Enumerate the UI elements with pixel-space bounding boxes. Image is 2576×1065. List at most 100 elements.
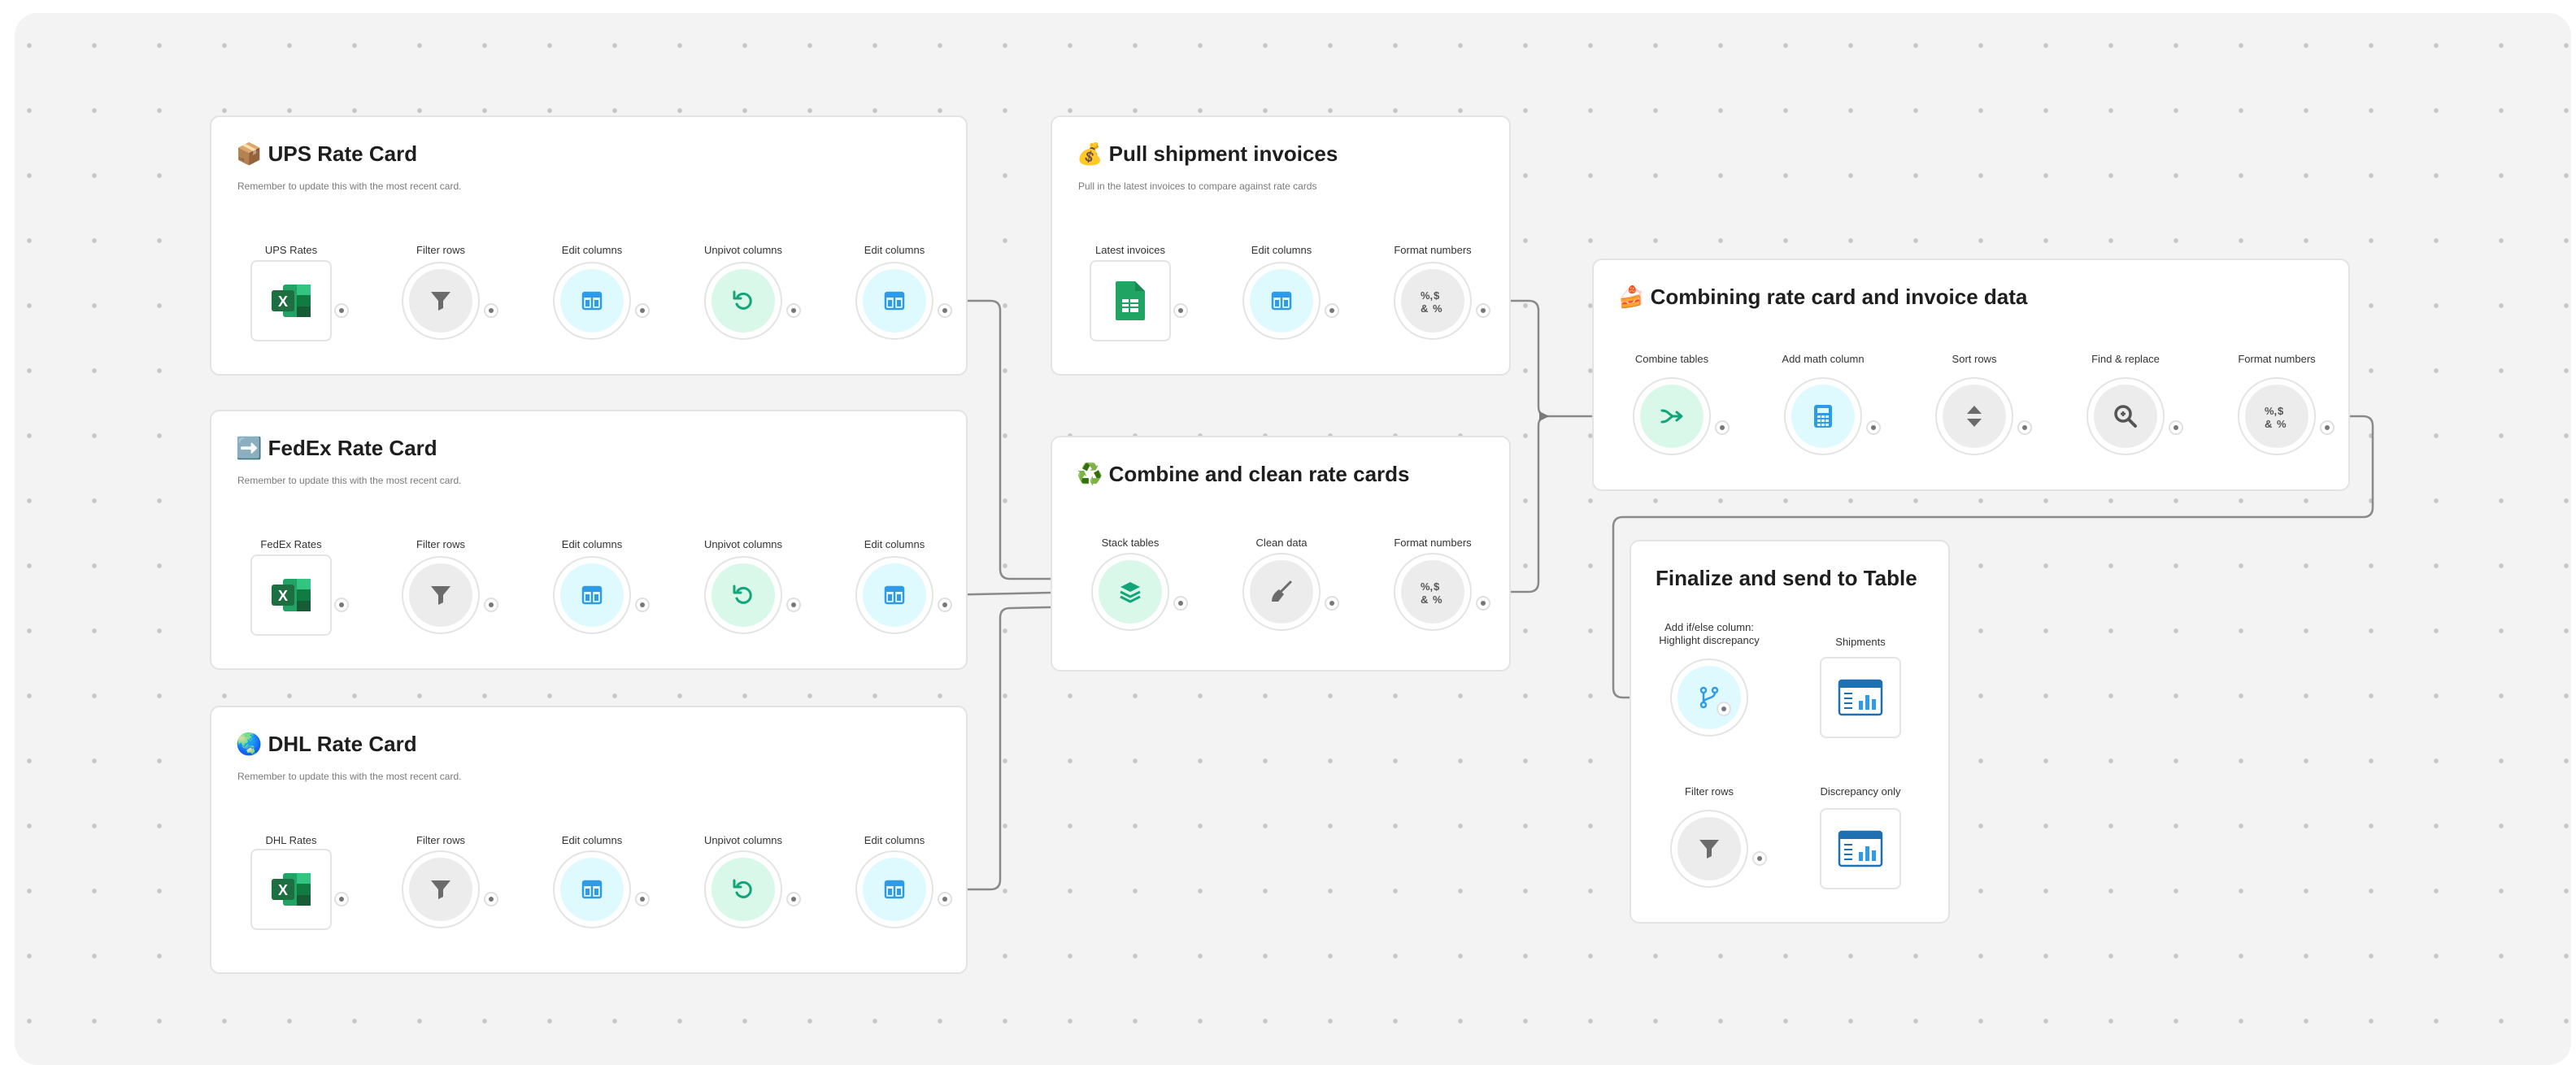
output-port[interactable] — [635, 303, 650, 318]
edit-columns-icon-button[interactable] — [855, 262, 933, 340]
finalize-node-shipments[interactable]: Shipments — [1787, 636, 1934, 742]
output-port[interactable] — [786, 598, 801, 612]
dhl-node-filter-rows[interactable]: Filter rows — [368, 834, 514, 934]
output-port[interactable] — [1173, 303, 1188, 318]
unpivot-icon-button[interactable] — [704, 262, 782, 340]
output-port[interactable] — [1325, 303, 1339, 318]
node-label: Find & replace — [2091, 353, 2160, 365]
output-port[interactable] — [1476, 303, 1490, 318]
output-port[interactable] — [484, 303, 498, 318]
card-title[interactable]: ♻️ Combine and clean rate cards — [1077, 462, 1410, 487]
finalize-node-discrepancy-only[interactable]: Discrepancy only — [1787, 785, 1934, 893]
invoices-node-edit-columns[interactable]: Edit columns — [1208, 244, 1355, 346]
dhl-node-unpivot-columns[interactable]: Unpivot columns — [670, 834, 816, 934]
output-port[interactable] — [938, 892, 952, 906]
edit-columns-icon-button[interactable] — [553, 262, 631, 340]
fedex-node-unpivot-columns[interactable]: Unpivot columns — [670, 538, 816, 640]
output-port[interactable] — [938, 598, 952, 612]
dhl-node-edit-columns[interactable]: Edit columns — [821, 834, 968, 934]
broom-icon-button[interactable] — [1242, 553, 1321, 631]
table-chart-icon-tile[interactable] — [1820, 657, 1901, 738]
combine_clean-node-clean-data[interactable]: Clean data — [1208, 537, 1355, 637]
filter-icon-button[interactable] — [402, 556, 480, 634]
node-label: Edit columns — [561, 538, 623, 550]
combining-node-find-replace[interactable]: Find & replace — [2052, 353, 2199, 461]
output-port[interactable] — [1866, 420, 1881, 435]
edit-columns-icon-button[interactable] — [553, 850, 631, 928]
output-port[interactable] — [1476, 596, 1490, 611]
edit-columns-icon — [580, 289, 604, 313]
finalize-node-add-if-else-column-highlight-discrepancy[interactable]: Add if/else column: Highlight discrepanc… — [1636, 621, 1782, 742]
edit-columns-icon-button[interactable] — [553, 556, 631, 634]
ups-node-filter-rows[interactable]: Filter rows — [368, 244, 514, 346]
combining-node-add-math-column[interactable]: Add math column — [1750, 353, 1896, 461]
find-replace-icon-button[interactable] — [2086, 377, 2165, 455]
output-port[interactable] — [635, 892, 650, 906]
format-numbers-icon-button[interactable]: %, $ &% — [1394, 262, 1472, 340]
excel-icon-tile[interactable]: X — [250, 260, 332, 341]
combine-tables-icon-button[interactable] — [1633, 377, 1711, 455]
output-port[interactable] — [334, 892, 349, 906]
output-port[interactable] — [786, 892, 801, 906]
output-port[interactable] — [635, 598, 650, 612]
output-port[interactable] — [1173, 596, 1188, 611]
output-port[interactable] — [334, 303, 349, 318]
card-title[interactable]: Finalize and send to Table — [1656, 566, 1917, 591]
combining-node-combine-tables[interactable]: Combine tables — [1599, 353, 1745, 461]
output-port[interactable] — [1717, 702, 1731, 716]
filter-icon-button[interactable] — [402, 850, 480, 928]
fedex-node-edit-columns[interactable]: Edit columns — [519, 538, 665, 640]
node-label: Discrepancy only — [1820, 785, 1901, 798]
output-port[interactable] — [484, 892, 498, 906]
calculator-icon-button[interactable] — [1784, 377, 1862, 455]
combining-node-format-numbers[interactable]: Format numbers%, $ &% — [2204, 353, 2350, 461]
ups-node-ups-rates[interactable]: UPS Rates X — [218, 244, 364, 346]
output-port[interactable] — [1325, 596, 1339, 611]
fedex-node-fedex-rates[interactable]: FedEx Rates X — [218, 538, 364, 640]
fedex-node-edit-columns[interactable]: Edit columns — [821, 538, 968, 640]
card-title[interactable]: 💰 Pull shipment invoices — [1077, 141, 1338, 167]
format-numbers-icon-button[interactable]: %, $ &% — [1394, 553, 1472, 631]
google-sheets-icon-tile[interactable] — [1090, 260, 1171, 341]
filter-icon-button[interactable] — [402, 262, 480, 340]
output-port[interactable] — [1752, 851, 1767, 866]
unpivot-icon-button[interactable] — [704, 850, 782, 928]
invoices-node-latest-invoices[interactable]: Latest invoices — [1057, 244, 1203, 346]
output-port[interactable] — [2017, 420, 2032, 435]
unpivot-icon-button[interactable] — [704, 556, 782, 634]
format-numbers-icon-button[interactable]: %, $ &% — [2238, 377, 2316, 455]
branch-icon-button[interactable] — [1670, 659, 1748, 737]
dhl-node-edit-columns[interactable]: Edit columns — [519, 834, 665, 934]
card-title[interactable]: 📦 UPS Rate Card — [236, 141, 417, 167]
stack-tables-icon-button[interactable] — [1091, 553, 1169, 631]
output-port[interactable] — [786, 303, 801, 318]
card-title[interactable]: 🍰 Combining rate card and invoice data — [1618, 285, 2027, 310]
card-title[interactable]: 🌏 DHL Rate Card — [236, 732, 417, 757]
output-port[interactable] — [2320, 420, 2334, 435]
card-title[interactable]: ➡️ FedEx Rate Card — [236, 436, 437, 461]
ups-node-unpivot-columns[interactable]: Unpivot columns — [670, 244, 816, 346]
combine_clean-node-format-numbers[interactable]: Format numbers%, $ &% — [1360, 537, 1506, 637]
edit-columns-icon-button[interactable] — [855, 850, 933, 928]
node-label: Edit columns — [561, 244, 623, 256]
output-port[interactable] — [484, 598, 498, 612]
dhl-node-dhl-rates[interactable]: DHL Rates X — [218, 834, 364, 934]
finalize-node-filter-rows[interactable]: Filter rows — [1636, 785, 1782, 893]
output-port[interactable] — [938, 303, 952, 318]
output-port[interactable] — [2169, 420, 2183, 435]
combine_clean-node-stack-tables[interactable]: Stack tables — [1057, 537, 1203, 637]
excel-icon-tile[interactable]: X — [250, 554, 332, 636]
edit-columns-icon-button[interactable] — [1242, 262, 1321, 340]
sort-icon-button[interactable] — [1935, 377, 2013, 455]
ups-node-edit-columns[interactable]: Edit columns — [519, 244, 665, 346]
fedex-node-filter-rows[interactable]: Filter rows — [368, 538, 514, 640]
combining-node-sort-rows[interactable]: Sort rows — [1901, 353, 2047, 461]
output-port[interactable] — [334, 598, 349, 612]
output-port[interactable] — [1715, 420, 1730, 435]
ups-node-edit-columns[interactable]: Edit columns — [821, 244, 968, 346]
invoices-node-format-numbers[interactable]: Format numbers%, $ &% — [1360, 244, 1506, 346]
table-chart-icon-tile[interactable] — [1820, 808, 1901, 889]
excel-icon-tile[interactable]: X — [250, 849, 332, 930]
filter-icon-button[interactable] — [1670, 810, 1748, 888]
edit-columns-icon-button[interactable] — [855, 556, 933, 634]
